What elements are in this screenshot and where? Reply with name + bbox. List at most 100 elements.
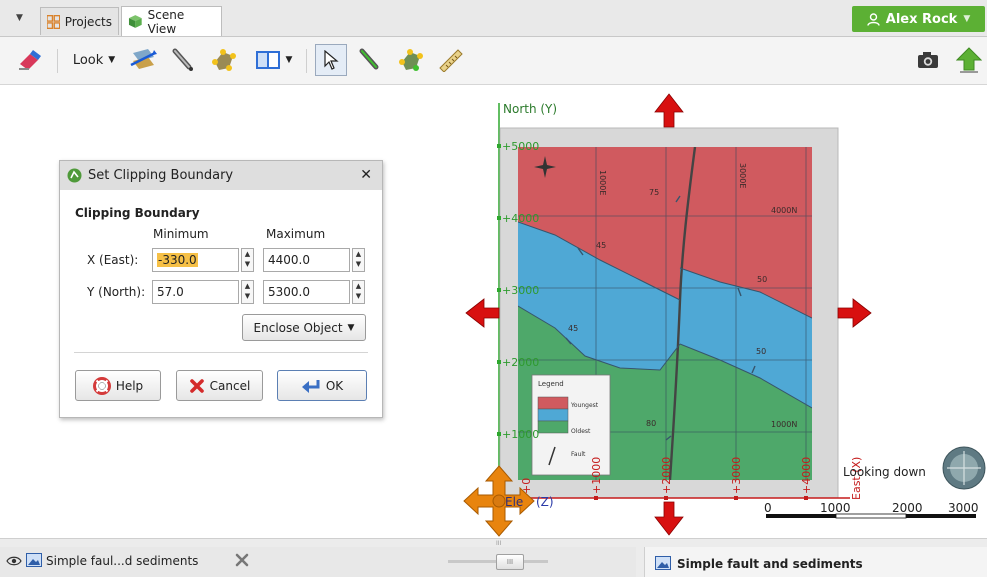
split-view-icon	[255, 51, 280, 69]
elevation-axis-label: Ele	[505, 495, 523, 509]
spin-down-icon[interactable]: ▼	[353, 291, 364, 301]
x-min-input[interactable]: -330.0	[152, 248, 239, 272]
scale-label: 1000	[820, 501, 851, 515]
clip-arrow-north[interactable]	[654, 93, 684, 128]
enclose-object-button[interactable]: Enclose Object ▼	[242, 314, 366, 341]
x-east-label: X (East):	[87, 253, 139, 267]
split-view-dropdown[interactable]: ▼	[250, 46, 298, 74]
pen-icon	[172, 48, 193, 71]
remove-object-icon[interactable]	[234, 553, 250, 567]
object-name: Simple faul...d sediments	[46, 554, 199, 568]
map-label-3000e: 3000E	[738, 163, 747, 188]
view-globe-icon[interactable]	[942, 446, 986, 490]
east-tick: +4000	[800, 457, 813, 494]
x-max-value: 4400.0	[268, 253, 310, 267]
y-max-input[interactable]: 5300.0	[263, 280, 350, 304]
north-tick: +1000	[502, 428, 539, 441]
edit-points-button[interactable]	[397, 46, 425, 74]
clipping-boundary-dialog: Set Clipping Boundary ✕ Clipping Boundar…	[59, 160, 383, 418]
tab-bar: ▼ Projects Scene View Alex Rock ▼	[0, 0, 987, 37]
cancel-x-icon	[189, 378, 204, 393]
ruler-icon	[439, 49, 463, 72]
bottom-panel-bar: Simple faul...d sediments III III Simple…	[0, 538, 987, 577]
x-min-value: -330.0	[157, 253, 198, 267]
dip-label-50b: 50	[756, 347, 766, 356]
y-max-spinner[interactable]: ▲ ▼	[352, 280, 365, 304]
spin-down-icon[interactable]: ▼	[242, 291, 253, 301]
clip-arrow-east[interactable]	[837, 298, 872, 328]
clip-arrow-west[interactable]	[465, 298, 500, 328]
legend-youngest: Youngest	[570, 402, 599, 409]
draw-polyline-button[interactable]	[356, 46, 384, 74]
object-row[interactable]: Simple faul...d sediments III	[0, 547, 636, 577]
enclose-object-label: Enclose Object	[253, 320, 343, 335]
panel-splitter-grip[interactable]: III	[496, 540, 501, 547]
user-menu-button[interactable]: Alex Rock ▼	[852, 6, 985, 32]
help-button[interactable]: Help	[75, 370, 161, 401]
image-layer-icon	[655, 556, 671, 570]
legend-fault: Fault	[571, 451, 586, 458]
slice-icon	[130, 49, 157, 69]
dip-label-45a: 45	[596, 241, 606, 250]
projects-icon	[47, 14, 60, 29]
tab-menu-button[interactable]: ▼	[16, 13, 23, 23]
east-tick: +1000	[590, 457, 603, 494]
points-icon	[212, 49, 236, 71]
camera-icon	[918, 52, 938, 68]
slice-button[interactable]	[127, 46, 159, 74]
spin-up-icon[interactable]: ▲	[353, 281, 364, 291]
dialog-title-bar[interactable]: Set Clipping Boundary ✕	[60, 161, 382, 190]
spin-up-icon[interactable]: ▲	[242, 281, 253, 291]
properties-title: Simple fault and sediments	[677, 557, 863, 571]
y-min-input[interactable]: 57.0	[152, 280, 239, 304]
spin-down-icon[interactable]: ▼	[353, 259, 364, 269]
points-button[interactable]	[210, 46, 238, 74]
draw-line-button[interactable]	[169, 46, 197, 74]
tab-projects-label: Projects	[64, 14, 112, 29]
eraser-button[interactable]	[16, 46, 44, 74]
spin-down-icon[interactable]: ▼	[242, 259, 253, 269]
screenshot-button[interactable]	[915, 46, 941, 74]
ok-button[interactable]: OK	[277, 370, 367, 401]
measure-button[interactable]	[437, 46, 465, 74]
east-tick: +2000	[660, 457, 673, 494]
share-upload-button[interactable]	[954, 46, 984, 74]
x-min-spinner[interactable]: ▲ ▼	[241, 248, 254, 272]
spin-up-icon[interactable]: ▲	[353, 249, 364, 259]
look-dropdown[interactable]: Look ▼	[69, 46, 119, 74]
split-view-dropdown-arrow: ▼	[285, 55, 293, 65]
column-maximum-label: Maximum	[266, 227, 326, 241]
green-pen-icon	[359, 48, 379, 70]
cancel-label: Cancel	[209, 378, 251, 393]
x-max-input[interactable]: 4400.0	[263, 248, 350, 272]
eraser-icon	[19, 50, 41, 70]
enclose-dropdown-arrow: ▼	[347, 322, 355, 333]
spin-up-icon[interactable]: ▲	[242, 249, 253, 259]
dialog-title: Set Clipping Boundary	[88, 168, 234, 183]
map-label-4000n: 4000N	[771, 206, 797, 215]
tab-projects[interactable]: Projects	[40, 7, 119, 35]
map-label-1000n: 1000N	[771, 420, 797, 429]
cancel-button[interactable]: Cancel	[176, 370, 263, 401]
tab-scene-view[interactable]: Scene View	[121, 6, 222, 36]
clip-arrow-south[interactable]	[654, 501, 684, 536]
scale-label: 3000	[948, 501, 979, 515]
edit-points-icon	[399, 49, 423, 71]
scale-label: 0	[764, 501, 772, 515]
dip-label-45b: 45	[568, 324, 578, 333]
view-direction-label: Looking down	[843, 465, 926, 479]
section-heading: Clipping Boundary	[75, 206, 200, 220]
dip-label-80: 80	[646, 419, 656, 428]
user-name: Alex Rock	[885, 11, 958, 27]
north-tick: +4000	[502, 212, 539, 225]
opacity-slider-thumb[interactable]: III	[496, 554, 524, 570]
properties-panel-header: Simple fault and sediments	[644, 547, 987, 577]
dialog-close-button[interactable]: ✕	[360, 167, 372, 183]
visibility-eye-icon[interactable]	[6, 556, 22, 566]
y-min-spinner[interactable]: ▲ ▼	[241, 280, 254, 304]
column-minimum-label: Minimum	[153, 227, 209, 241]
select-tool-button[interactable]	[315, 44, 347, 76]
tab-scene-view-label: Scene View	[147, 7, 185, 36]
x-max-spinner[interactable]: ▲ ▼	[352, 248, 365, 272]
scale-bar: 0 1000 2000 3000	[764, 501, 979, 519]
